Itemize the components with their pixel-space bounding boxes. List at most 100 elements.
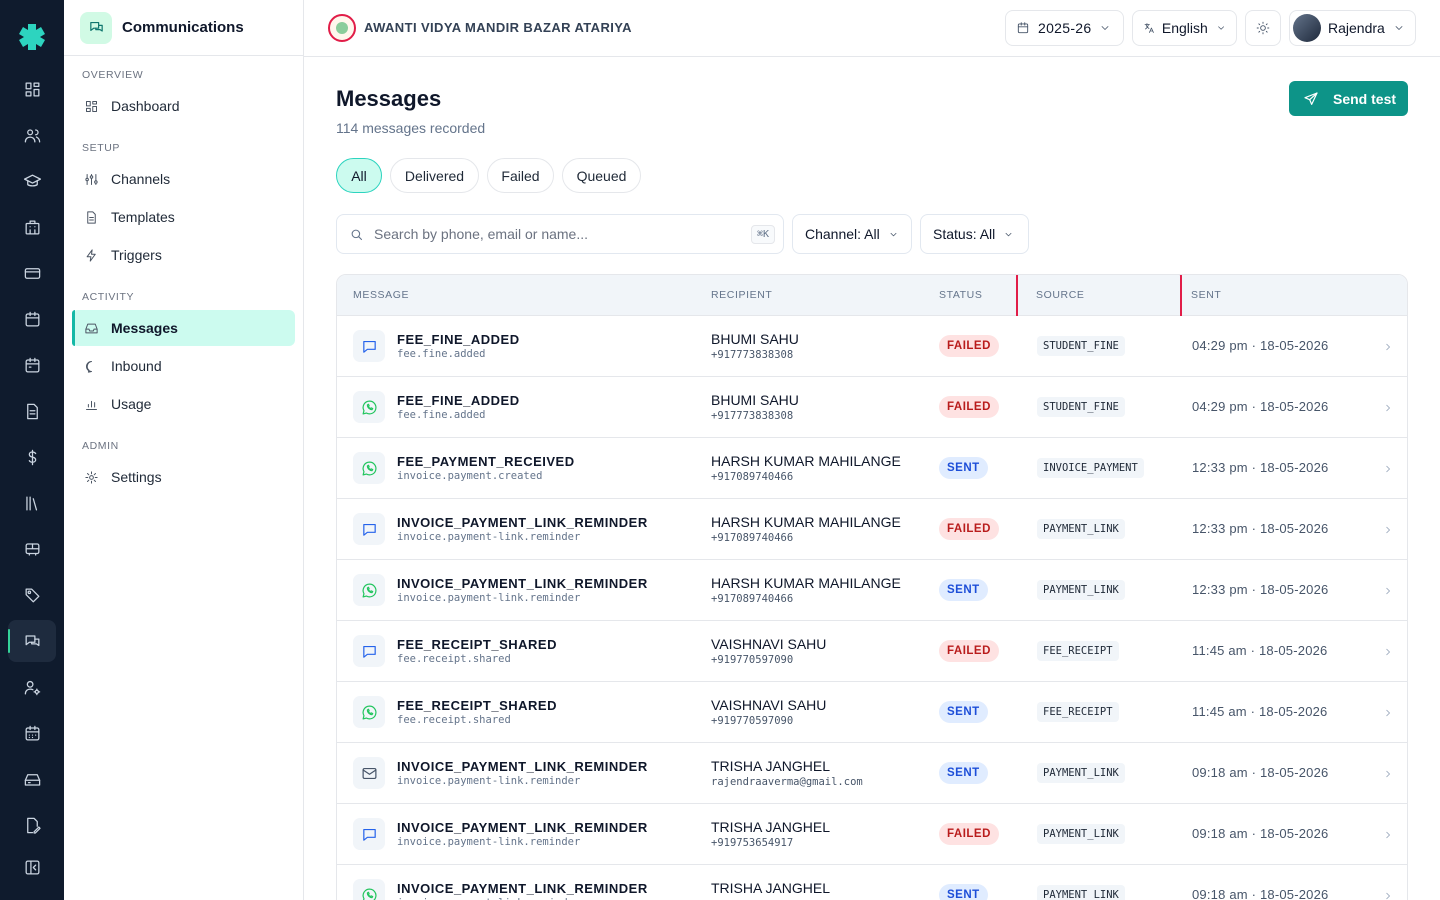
rail-item-building[interactable] xyxy=(8,206,56,248)
language-select[interactable]: English xyxy=(1132,10,1237,46)
recipient-name: BHUMI SAHU xyxy=(711,331,799,347)
sidebar-title: Communications xyxy=(122,19,244,36)
sidebar-item-settings[interactable]: Settings xyxy=(72,459,295,495)
app-logo-icon[interactable] xyxy=(16,20,48,52)
recipient-name: HARSH KUMAR MAHILANGE xyxy=(711,575,901,591)
channel-icon xyxy=(353,452,385,484)
rail-item-library[interactable] xyxy=(8,482,56,524)
whatsapp-icon xyxy=(362,461,377,475)
user-menu[interactable]: Rajendra xyxy=(1289,10,1416,46)
sidebar-item-usage[interactable]: Usage xyxy=(72,386,295,422)
chevron-right-icon[interactable] xyxy=(1382,645,1394,657)
rail-item-collapse[interactable] xyxy=(8,846,56,888)
rail-item-user-cog[interactable] xyxy=(8,666,56,708)
chevron-right-icon[interactable] xyxy=(1382,767,1394,779)
send-icon xyxy=(1304,91,1318,105)
rail-item-tag[interactable] xyxy=(8,574,56,616)
sent-timestamp: 09:18 am · 18-05-2026 xyxy=(1192,887,1329,900)
chevron-down-icon xyxy=(1102,26,1109,30)
sidebar-item-dashboard[interactable]: Dashboard xyxy=(72,88,295,124)
recipient-name: TRISHA JANGHEL xyxy=(711,880,831,896)
channel-filter[interactable]: Channel: All xyxy=(792,214,912,254)
sidebar-item-label: Messages xyxy=(111,320,178,336)
table-row[interactable]: FEE_PAYMENT_RECEIVED invoice.payment.crea… xyxy=(337,438,1407,499)
table-row[interactable]: INVOICE_PAYMENT_LINK_REMINDERinvoice.pay… xyxy=(337,865,1407,900)
email-icon xyxy=(362,767,376,779)
message-event: fee.fine.added xyxy=(397,409,486,421)
rail-item-document-edit[interactable] xyxy=(8,804,56,846)
sidebar-item-triggers[interactable]: Triggers xyxy=(72,237,295,273)
search-shortcut-hint: ⌘K xyxy=(750,225,775,244)
channel-icon xyxy=(353,818,385,850)
table-row[interactable]: FEE_RECEIPT_SHARED fee.receipt.shared VAIS… xyxy=(337,621,1407,682)
dollar-icon xyxy=(28,449,36,465)
rail-item-graduation-cap[interactable] xyxy=(8,160,56,202)
table-row[interactable]: INVOICE_PAYMENT_LINK_REMINDERinvoice.pay… xyxy=(337,804,1407,865)
chevron-right-icon[interactable] xyxy=(1382,889,1394,900)
rail-item-file[interactable] xyxy=(8,390,56,432)
sidebar-item-inbound[interactable]: Inbound xyxy=(72,348,295,384)
source-tag: PAYMENT_LINK xyxy=(1037,824,1125,844)
source-tag: PAYMENT_LINK xyxy=(1037,519,1125,539)
sidebar-item-channels[interactable]: Channels xyxy=(72,161,295,197)
table-row[interactable]: FEE_FINE_ADDED fee.fine.added BHUMI SAHU +9… xyxy=(337,377,1407,438)
source-tag: PAYMENT_LINK xyxy=(1037,885,1125,900)
rail-item-bus[interactable] xyxy=(8,528,56,570)
rail-item-inbox-tray[interactable] xyxy=(8,758,56,800)
column-header-sent: SENT xyxy=(1191,289,1222,301)
rail-item-calendar-alt[interactable] xyxy=(8,344,56,386)
chevron-right-icon[interactable] xyxy=(1382,828,1394,840)
sidebar-item-templates[interactable]: Templates xyxy=(72,199,295,235)
rail-item-grid[interactable] xyxy=(8,68,56,110)
message-title: INVOICE_PAYMENT_LINK_REMINDER xyxy=(397,576,648,591)
recipient-name: HARSH KUMAR MAHILANGE xyxy=(711,453,901,469)
table-row[interactable]: INVOICE_PAYMENT_LINK_REMINDERinvoice.pay… xyxy=(337,499,1407,560)
status-badge: FAILED xyxy=(939,335,999,357)
chevron-right-icon[interactable] xyxy=(1382,523,1394,535)
tab-failed[interactable]: Failed xyxy=(487,158,554,193)
tab-delivered[interactable]: Delivered xyxy=(390,158,479,193)
chevron-right-icon[interactable] xyxy=(1382,584,1394,596)
sidebar-header: Communications xyxy=(64,0,303,56)
sidebar-item-label: Settings xyxy=(111,469,162,485)
sms-icon xyxy=(362,523,376,536)
send-test-button[interactable]: Send test xyxy=(1289,81,1408,116)
chevron-right-icon[interactable] xyxy=(1382,340,1394,352)
rail-item-credit-card[interactable] xyxy=(8,252,56,294)
message-event: invoice.payment-link.reminder xyxy=(397,775,581,787)
status-badge: SENT xyxy=(939,884,988,900)
rail-item-calendar-grid[interactable] xyxy=(8,712,56,754)
sidebar-item-messages[interactable]: Messages xyxy=(72,310,295,346)
table-row[interactable]: FEE_RECEIPT_SHARED fee.receipt.shared VAIS… xyxy=(337,682,1407,743)
channel-filter-label: Channel: All xyxy=(805,226,880,242)
source-column-highlight xyxy=(1016,275,1182,321)
channel-icon xyxy=(353,330,385,362)
channel-icon xyxy=(353,635,385,667)
messages-table: MESSAGE RECIPIENT STATUS SOURCE SENT FEE… xyxy=(336,274,1408,900)
credit-card-icon xyxy=(24,267,40,279)
search-input[interactable] xyxy=(374,226,734,242)
table-row[interactable]: FEE_FINE_ADDED fee.fine.added BHUMI SAHU +9… xyxy=(337,316,1407,377)
chevron-right-icon[interactable] xyxy=(1382,401,1394,413)
table-row[interactable]: INVOICE_PAYMENT_LINK_REMINDERinvoice.pay… xyxy=(337,560,1407,621)
status-filter[interactable]: Status: All xyxy=(920,214,1029,254)
page-title: Messages xyxy=(336,86,442,111)
rail-item-messages[interactable] xyxy=(8,620,56,662)
chevron-right-icon[interactable] xyxy=(1382,462,1394,474)
rail-item-users[interactable] xyxy=(8,114,56,156)
message-title: FEE_FINE_ADDED xyxy=(397,393,520,408)
sent-timestamp: 11:45 am · 18-05-2026 xyxy=(1192,704,1328,719)
chevron-right-icon[interactable] xyxy=(1382,706,1394,718)
theme-toggle-button[interactable] xyxy=(1245,10,1281,46)
rail-item-calendar[interactable] xyxy=(8,298,56,340)
page-subtitle: 114 messages recorded xyxy=(336,120,486,136)
table-row[interactable]: INVOICE_PAYMENT_LINK_REMINDERinvoice.pay… xyxy=(337,743,1407,804)
tab-all[interactable]: All xyxy=(336,158,382,193)
status-filter-label: Status: All xyxy=(933,226,996,242)
rail-item-dollar[interactable] xyxy=(8,436,56,478)
calendar-icon xyxy=(25,311,39,326)
tab-queued[interactable]: Queued xyxy=(562,158,641,193)
academic-year-select[interactable]: 2025-26 xyxy=(1005,10,1124,46)
message-title: FEE_FINE_ADDED xyxy=(397,332,520,347)
source-tag: PAYMENT_LINK xyxy=(1037,580,1125,600)
